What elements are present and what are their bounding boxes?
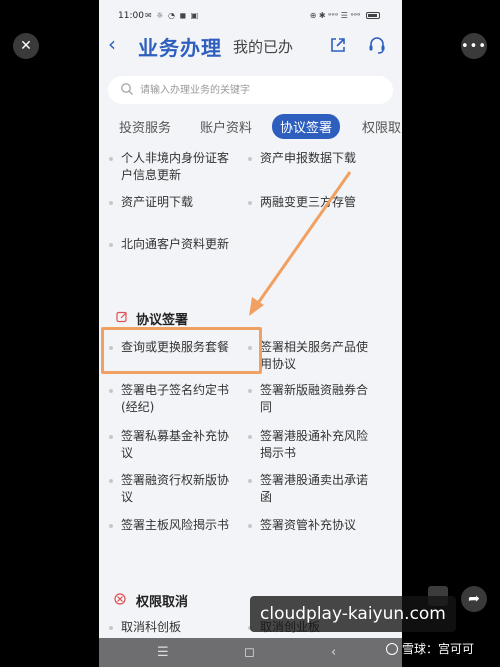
list-item[interactable]: 签署相关服务产品使 用协议 bbox=[247, 339, 369, 373]
system-navbar: ☰ ◻ ‹ bbox=[99, 638, 402, 667]
status-icons-right: ⊕ ✱ ᵊᵊᵊ ☰ ᵊᵊᵊ bbox=[310, 11, 380, 20]
list-item[interactable]: 签署港股通卖出承诺 函 bbox=[247, 472, 369, 506]
item-line: 两融变更三方存管 bbox=[260, 195, 357, 209]
item-line: 签署港股通补充风险 bbox=[260, 429, 369, 443]
snowball-logo-icon bbox=[386, 643, 398, 655]
section-title-revoke: 权限取消 bbox=[136, 595, 189, 610]
header: ‹ 业务办理 我的已办 bbox=[99, 30, 402, 64]
status-bar: 11:00 ✉ ☼ ◔ ◼ ▣ ⊕ ✱ ᵊᵊᵊ ☰ ᵊᵊᵊ bbox=[99, 0, 402, 30]
tab-investment-service[interactable]: 投资服务 bbox=[119, 117, 171, 136]
battery-icon bbox=[366, 12, 380, 19]
item-line: 北向通客户资料更新 bbox=[121, 237, 230, 251]
tab-account-info[interactable]: 账户资料 bbox=[200, 117, 252, 136]
close-icon[interactable]: ✕ bbox=[13, 33, 39, 59]
item-line: 签署新版融资融券合 bbox=[260, 383, 369, 397]
status-time: 11:00 bbox=[118, 11, 144, 21]
list-item[interactable]: 资产申报数据下载 bbox=[247, 150, 357, 167]
item-line: (经纪) bbox=[121, 400, 155, 414]
search-bar[interactable] bbox=[108, 76, 393, 104]
tab-agreement-signing[interactable]: 协议签署 bbox=[272, 114, 341, 139]
cancel-circle-icon bbox=[114, 593, 126, 605]
list-item[interactable]: 签署资管补充协议 bbox=[247, 517, 357, 534]
item-line: 同 bbox=[260, 400, 273, 414]
list-item[interactable]: 签署主板风险揭示书 bbox=[108, 517, 230, 534]
item-line: 签署主板风险揭示书 bbox=[121, 518, 230, 532]
item-line: 取消科创板 bbox=[121, 620, 182, 634]
phone-screen: 11:00 ✉ ☼ ◔ ◼ ▣ ⊕ ✱ ᵊᵊᵊ ☰ ᵊᵊᵊ ‹ 业务办理 我的已… bbox=[99, 0, 402, 667]
item-line: 用协议 bbox=[260, 357, 297, 371]
item-line: 揭示书 bbox=[260, 446, 297, 460]
viewer-stage: ✕ ••• 11:00 ✉ ☼ ◔ ◼ ▣ ⊕ ✱ ᵊᵊᵊ ☰ ᵊᵊᵊ ‹ 业务… bbox=[0, 0, 500, 667]
list-item[interactable]: 个人非境内身份证客 户信息更新 bbox=[108, 150, 230, 184]
item-line: 签署资管补充协议 bbox=[260, 518, 357, 532]
item-line: 签署电子签名约定书 bbox=[121, 383, 230, 397]
headset-icon[interactable] bbox=[367, 35, 387, 55]
list-item[interactable]: 取消科创板 bbox=[108, 619, 182, 636]
list-item[interactable]: 签署电子签名约定书 (经纪) bbox=[108, 382, 230, 416]
category-tabs: 投资服务 账户资料 协议签署 权限取 bbox=[99, 112, 402, 139]
share-arrow-icon[interactable]: ➦ bbox=[461, 586, 487, 612]
item-line: 函 bbox=[260, 490, 273, 504]
chevron-left-icon[interactable]: ‹ bbox=[108, 32, 116, 56]
more-icon[interactable]: ••• bbox=[461, 33, 487, 59]
item-line: 个人非境内身份证客 bbox=[121, 151, 230, 165]
item-line: 户信息更新 bbox=[121, 168, 182, 182]
my-completed-link[interactable]: 我的已办 bbox=[233, 36, 293, 57]
status-icons-right-text: ⊕ ✱ ᵊᵊᵊ ☰ ᵊᵊᵊ bbox=[309, 11, 361, 20]
author-credit: 雪球：宫可可 bbox=[386, 640, 474, 657]
credit-text: 雪球：宫可可 bbox=[402, 642, 475, 656]
item-line: 资产申报数据下载 bbox=[260, 151, 357, 165]
list-item[interactable]: 签署港股通补充风险 揭示书 bbox=[247, 428, 369, 462]
share-icon[interactable] bbox=[329, 36, 347, 54]
item-line: 议 bbox=[121, 490, 134, 504]
home-icon[interactable]: ◻ bbox=[244, 645, 255, 660]
list-item[interactable]: 签署私募基金补充协 议 bbox=[108, 428, 230, 462]
list-item[interactable]: 查询或更换服务套餐 bbox=[108, 339, 230, 356]
search-input[interactable] bbox=[140, 80, 380, 100]
item-line: 查询或更换服务套餐 bbox=[121, 340, 230, 354]
item-line: 资产证明下载 bbox=[121, 195, 194, 209]
item-line: 签署港股通卖出承诺 bbox=[260, 473, 369, 487]
back-icon[interactable]: ‹ bbox=[331, 645, 336, 660]
item-line: 签署融资行权新版协 bbox=[121, 473, 230, 487]
item-line: 议 bbox=[121, 446, 134, 460]
edit-icon bbox=[116, 311, 127, 323]
item-line: 签署私募基金补充协 bbox=[121, 429, 230, 443]
list-item[interactable]: 北向通客户资料更新 bbox=[108, 236, 230, 253]
search-icon bbox=[121, 83, 133, 95]
item-line: 签署相关服务产品使 bbox=[260, 340, 369, 354]
list-item[interactable]: 资产证明下载 bbox=[108, 194, 194, 211]
tab-permission-cancel[interactable]: 权限取 bbox=[362, 117, 401, 136]
page-title: 业务办理 bbox=[138, 36, 222, 60]
list-item[interactable]: 两融变更三方存管 bbox=[247, 194, 357, 211]
list-item[interactable]: 签署新版融资融券合 同 bbox=[247, 382, 369, 416]
section-title-agreement: 协议签署 bbox=[136, 313, 189, 328]
list-item[interactable]: 签署融资行权新版协 议 bbox=[108, 472, 230, 506]
watermark: cloudplay-kaiyun.com bbox=[250, 596, 456, 632]
status-icons-left: ✉ ☼ ◔ ◼ ▣ bbox=[145, 11, 200, 20]
menu-icon[interactable]: ☰ bbox=[157, 645, 169, 660]
